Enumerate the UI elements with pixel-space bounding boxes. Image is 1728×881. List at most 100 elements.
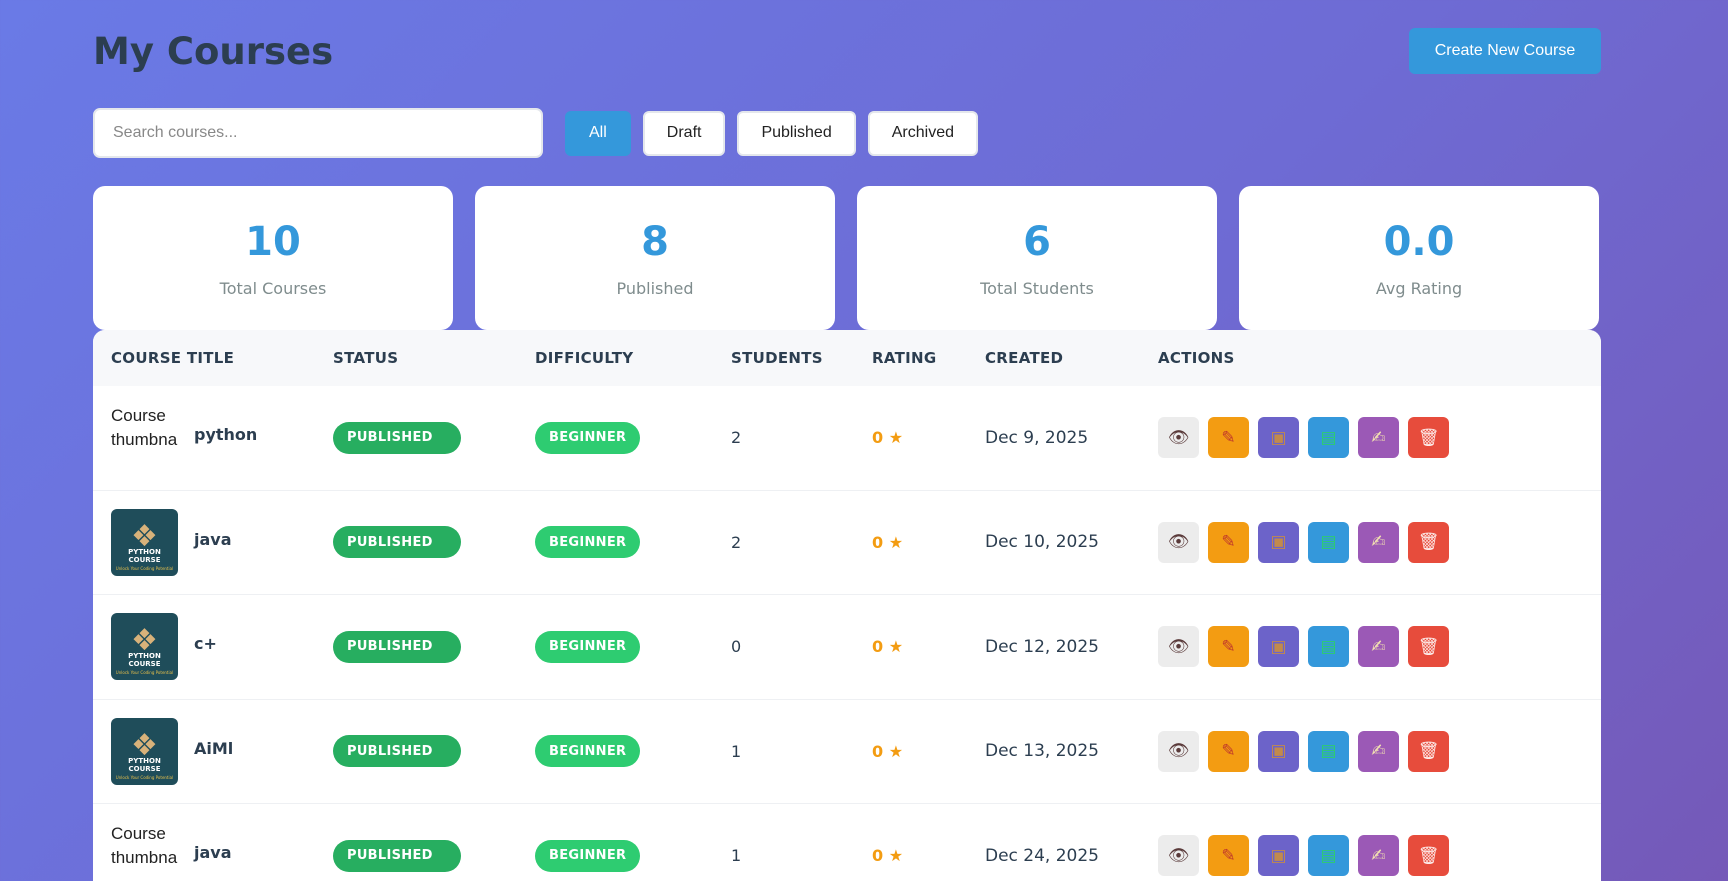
difficulty-cell: BEGINNER	[535, 491, 641, 595]
table-body: Course thumbnail python PUBLISHED BEGINN…	[93, 386, 1601, 881]
pkg-action-button[interactable]: ▣	[1258, 730, 1299, 772]
lessons-action-button[interactable]: ▤	[1308, 417, 1349, 459]
course-title-link[interactable]: java	[194, 530, 232, 549]
created-date: Dec 24, 2025	[985, 845, 1100, 866]
column-header-rating[interactable]: RATING	[872, 349, 936, 367]
difficulty-cell: BEGINNER	[535, 595, 641, 699]
view-action-button[interactable]: 👁	[1158, 626, 1199, 668]
books-icon: ▤	[1320, 741, 1337, 762]
quiz-action-button[interactable]: ✍	[1358, 835, 1399, 877]
edit-action-button[interactable]: ✎	[1208, 626, 1249, 668]
del-action-button[interactable]: 🗑	[1408, 730, 1449, 772]
del-action-button[interactable]: 🗑	[1408, 521, 1449, 563]
rating-cell: 0 ★	[872, 491, 903, 595]
thumbnail-caption: PYTHON COURSE	[128, 652, 161, 669]
column-header-title[interactable]: COURSE TITLE	[111, 349, 234, 367]
del-action-button[interactable]: 🗑	[1408, 417, 1449, 459]
column-header-actions: ACTIONS	[1158, 349, 1235, 367]
created-cell: Dec 12, 2025	[985, 595, 1099, 699]
status-badge: PUBLISHED	[333, 735, 461, 768]
course-thumbnail: ❖ PYTHON COURSE Unlock Your Coding Poten…	[111, 508, 178, 576]
actions-cell: 👁 ✎ ▣ ▤ ✍ 🗑	[1158, 386, 1449, 490]
students-cell: 2	[731, 491, 741, 595]
pkg-action-button[interactable]: ▣	[1258, 626, 1299, 668]
course-title-link[interactable]: AiMl	[194, 739, 233, 758]
rating-cell: 0 ★	[872, 700, 903, 804]
table-row: ❖ PYTHON COURSE Unlock Your Coding Poten…	[93, 491, 1601, 595]
thumbnail-subcaption: Unlock Your Coding Potential	[115, 565, 174, 571]
column-header-students[interactable]: STUDENTS	[731, 349, 823, 367]
stats-row: 10 Total Courses 8 Published 6 Total Stu…	[93, 186, 1599, 330]
lessons-action-button[interactable]: ▤	[1308, 626, 1349, 668]
course-title-link[interactable]: python	[194, 425, 257, 444]
stat-card-published: 8 Published	[475, 186, 835, 330]
view-action-button[interactable]: 👁	[1158, 835, 1199, 877]
filter-all-button[interactable]: All	[565, 110, 631, 156]
pkg-action-button[interactable]: ▣	[1258, 835, 1299, 877]
quiz-action-button[interactable]: ✍	[1358, 417, 1399, 459]
column-header-difficulty[interactable]: DIFFICULTY	[535, 349, 633, 367]
view-action-button[interactable]: 👁	[1158, 417, 1199, 459]
rating-value: 0 ★	[872, 428, 904, 448]
table-row: Course thumbnail java PUBLISHED BEGINNER…	[93, 804, 1601, 881]
create-course-button[interactable]: Create New Course	[1409, 28, 1601, 74]
eye-icon: 👁	[1167, 532, 1190, 553]
actions-cell: 👁 ✎ ▣ ▤ ✍ 🗑	[1158, 595, 1449, 699]
filter-archived-button[interactable]: Archived	[867, 110, 978, 156]
students-count: 1	[731, 741, 742, 761]
eye-icon: 👁	[1167, 845, 1190, 866]
lessons-action-button[interactable]: ▤	[1308, 521, 1349, 563]
edit-action-button[interactable]: ✎	[1208, 521, 1249, 563]
pkg-action-button[interactable]: ▣	[1258, 521, 1299, 563]
created-date: Dec 13, 2025	[985, 741, 1100, 762]
row-actions: 👁 ✎ ▣ ▤ ✍ 🗑	[1158, 835, 1449, 877]
edit-action-button[interactable]: ✎	[1208, 835, 1249, 877]
view-action-button[interactable]: 👁	[1158, 521, 1199, 563]
column-header-created[interactable]: CREATED	[985, 349, 1063, 367]
status-cell: PUBLISHED	[333, 386, 461, 490]
course-thumbnail-broken: Course thumbnail	[111, 824, 178, 868]
quiz-action-button[interactable]: ✍	[1358, 626, 1399, 668]
students-count: 2	[731, 532, 742, 552]
stat-card-total-students: 6 Total Students	[857, 186, 1217, 330]
title-cell: Course thumbnail java	[111, 804, 232, 881]
search-input[interactable]: Search courses...	[93, 108, 543, 158]
pencil-icon: ✎	[1221, 845, 1236, 866]
del-action-button[interactable]: 🗑	[1408, 835, 1449, 877]
filter-draft-button[interactable]: Draft	[642, 110, 726, 156]
stat-label: Avg Rating	[1375, 278, 1463, 298]
rating-cell: 0 ★	[872, 595, 903, 699]
title-cell: ❖ PYTHON COURSE Unlock Your Coding Poten…	[111, 700, 233, 804]
edit-action-button[interactable]: ✎	[1208, 417, 1249, 459]
column-header-status[interactable]: STATUS	[333, 349, 398, 367]
course-title-link[interactable]: java	[194, 843, 232, 862]
memo-icon: ✍	[1371, 636, 1386, 657]
package-icon: ▣	[1270, 845, 1287, 866]
quiz-action-button[interactable]: ✍	[1358, 730, 1399, 772]
eye-icon: 👁	[1167, 741, 1190, 762]
status-cell: PUBLISHED	[333, 595, 461, 699]
memo-icon: ✍	[1371, 427, 1386, 448]
lessons-action-button[interactable]: ▤	[1308, 835, 1349, 877]
quiz-action-button[interactable]: ✍	[1358, 521, 1399, 563]
del-action-button[interactable]: 🗑	[1408, 626, 1449, 668]
filter-published-button[interactable]: Published	[737, 110, 856, 156]
row-actions: 👁 ✎ ▣ ▤ ✍ 🗑	[1158, 521, 1449, 563]
memo-icon: ✍	[1371, 532, 1386, 553]
row-actions: 👁 ✎ ▣ ▤ ✍ 🗑	[1158, 417, 1449, 459]
actions-cell: 👁 ✎ ▣ ▤ ✍ 🗑	[1158, 491, 1449, 595]
package-icon: ▣	[1270, 741, 1287, 762]
books-icon: ▤	[1320, 532, 1337, 553]
stat-label: Published	[616, 278, 694, 298]
view-action-button[interactable]: 👁	[1158, 730, 1199, 772]
stat-label: Total Students	[980, 278, 1094, 298]
course-title-link[interactable]: c+	[194, 634, 217, 653]
lessons-action-button[interactable]: ▤	[1308, 730, 1349, 772]
created-cell: Dec 9, 2025	[985, 386, 1088, 490]
pkg-action-button[interactable]: ▣	[1258, 417, 1299, 459]
trash-icon: 🗑	[1417, 636, 1440, 657]
title-cell: Course thumbnail python	[111, 386, 257, 490]
trash-icon: 🗑	[1417, 532, 1440, 553]
books-icon: ▤	[1320, 636, 1337, 657]
edit-action-button[interactable]: ✎	[1208, 730, 1249, 772]
